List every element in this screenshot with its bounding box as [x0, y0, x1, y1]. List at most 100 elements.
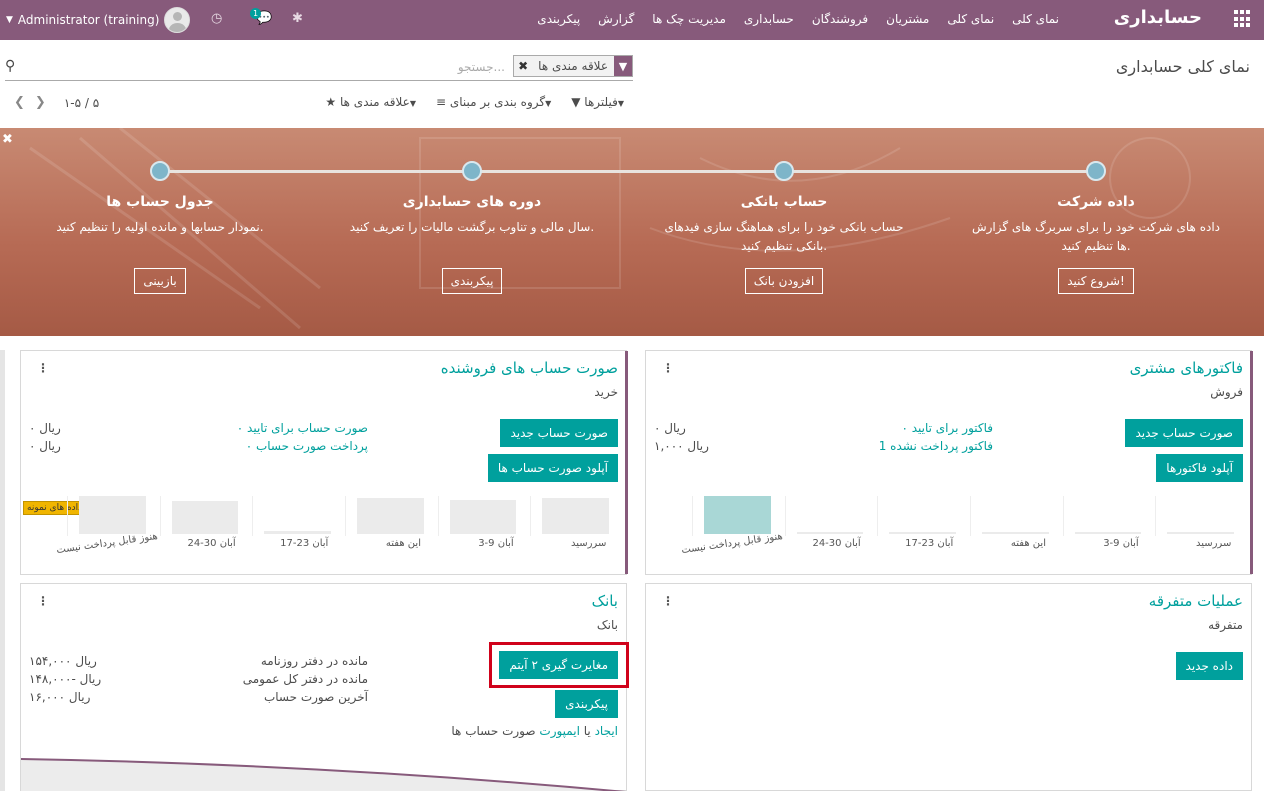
bug-icon[interactable]: ✱	[292, 11, 303, 26]
groupby-dropdown[interactable]: ≡ گروه بندی بر مبنای▼	[436, 95, 555, 109]
upload-bills-button[interactable]: آپلود صورت حساب ها	[487, 454, 618, 482]
step-title: حساب بانکی	[740, 194, 828, 210]
vendor-bills-chart[interactable]: سررسید 3-9 آبان این هفته 17-23 آبان 24-30 آب…	[55, 496, 623, 571]
stat-value: ۱۵۴,۰۰۰ ریال	[29, 654, 97, 668]
bills-to-pay-link[interactable]: ۰ پرداخت صورت حساب	[237, 437, 368, 455]
chevron-right-icon[interactable]: ❯	[35, 95, 46, 110]
card-title[interactable]: صورت حساب های فروشنده	[441, 359, 618, 377]
menu-item-checks[interactable]: مدیریت چک ها	[652, 12, 726, 26]
bank-labels: مانده در دفتر روزنامه مانده در دفتر کل ع…	[243, 652, 368, 706]
chart-bar[interactable]	[982, 532, 1049, 534]
chart-bar[interactable]	[79, 496, 146, 534]
misc-operations-card: عملیات متفرقه متفرقه ⋮ داده جدید	[645, 583, 1252, 791]
chart-bar[interactable]	[796, 532, 864, 534]
stat-value: ۱,۰۰۰ ریال	[654, 439, 709, 453]
import-link[interactable]: ایمپورت	[539, 724, 580, 738]
card-subtitle: متفرقه	[1208, 618, 1243, 632]
bank-balance-chart[interactable]	[21, 754, 626, 791]
chart-bar[interactable]	[1167, 532, 1235, 534]
chart-bar[interactable]	[171, 501, 239, 534]
step-bank-account: حساب بانکی حساب بانکی خود را برای هماهنگ…	[654, 194, 914, 294]
more-options-icon[interactable]: ⋮	[37, 594, 49, 608]
grid-line	[1062, 496, 1064, 536]
apps-menu-icon[interactable]	[1234, 10, 1252, 28]
stat-value: ۱۴۸,۰۰۰- ریال	[29, 672, 102, 686]
menu-item-reports[interactable]: گزارش	[598, 12, 634, 26]
create-link[interactable]: ایجاد	[595, 724, 618, 738]
chevron-down-icon: ▼	[409, 99, 416, 108]
upload-invoices-button[interactable]: آپلود فاکتورها	[1156, 454, 1243, 482]
card-title[interactable]: عملیات متفرقه	[1149, 592, 1243, 610]
x-tick-label: 17-23 آبان	[905, 538, 954, 549]
top-navbar: حسابداری نمای کلی نمای کلی مشتریان فروشن…	[0, 0, 1264, 40]
bank-config-button[interactable]: پیکربندی	[555, 690, 618, 718]
pager: ❮ ❯ ۱-۵ / ۵	[14, 95, 99, 110]
chart-bar[interactable]	[264, 531, 332, 534]
scrollbar[interactable]	[0, 350, 5, 791]
grid-line	[67, 496, 68, 536]
chevron-left-icon[interactable]: ❮	[14, 95, 25, 110]
close-icon[interactable]: ✖	[514, 56, 532, 76]
close-icon[interactable]: ✖	[2, 132, 13, 147]
statements-text: صورت حساب ها	[451, 724, 536, 738]
clock-icon[interactable]: ◷	[211, 11, 222, 26]
search-options: ▼ فیلترها▼ ≡ گروه بندی بر مبنای▼ ★ علاقه…	[325, 95, 628, 109]
step-title: داده شرکت	[1057, 194, 1135, 210]
x-tick-label: هنوز قابل پرداخت نیست	[680, 530, 783, 557]
menu-item-overview-2[interactable]: نمای کلی	[947, 12, 994, 26]
favorites-label: علاقه مندی ها	[340, 95, 410, 109]
stat-value: ۰ ریال	[654, 421, 686, 435]
filters-label: فیلترها	[584, 95, 618, 109]
search-icon[interactable]: ⚲	[5, 58, 15, 74]
filters-dropdown[interactable]: ▼ فیلترها▼	[571, 95, 628, 109]
menu-item-configuration[interactable]: پیکربندی	[537, 12, 580, 26]
card-subtitle: بانک	[596, 618, 618, 632]
menu-item-overview[interactable]: نمای کلی	[1012, 12, 1059, 26]
menu-item-accounting[interactable]: حسابداری	[744, 12, 794, 26]
user-menu[interactable]: ▼ Administrator (training)	[6, 7, 191, 33]
card-title[interactable]: فاکتورهای مشتری	[1130, 359, 1243, 377]
step-description: نمودار حسابها و مانده اولیه را تنظیم کنی…	[56, 220, 264, 234]
new-bill-button[interactable]: صورت حساب جدید	[500, 419, 618, 447]
add-bank-button[interactable]: افزودن بانک	[744, 268, 824, 294]
step-description: داده های شرکت خود را برای سربرگ های گزار…	[971, 220, 1220, 253]
more-options-icon[interactable]: ⋮	[37, 361, 49, 375]
chart-bar[interactable]	[357, 498, 424, 534]
invoices-to-validate-link[interactable]: ۰ فاکتور برای تایید	[879, 419, 993, 437]
new-invoice-button[interactable]: صورت حساب جدید	[1125, 419, 1243, 447]
card-title[interactable]: بانک	[592, 592, 618, 610]
card-stats-labels: ۰ صورت حساب برای تایید ۰ پرداخت صورت حسا…	[237, 419, 368, 455]
favorites-dropdown[interactable]: ★ علاقه مندی ها▼	[325, 95, 420, 109]
menu-item-customers[interactable]: مشتریان	[886, 12, 929, 26]
start-button[interactable]: شروع کنید!	[1058, 268, 1134, 294]
chart-bar[interactable]	[704, 496, 771, 534]
more-options-icon[interactable]: ⋮	[662, 594, 674, 608]
chart-bar[interactable]	[1074, 532, 1142, 534]
new-entry-button[interactable]: داده جدید	[1175, 652, 1243, 680]
bank-card: بانک بانک ⋮ مغایرت گیری ۲ آیتم پیکربندی …	[20, 583, 629, 791]
grid-line	[159, 496, 161, 536]
step-description: حساب بانکی خود را برای هماهنگ سازی فیدها…	[664, 220, 904, 253]
configure-button[interactable]: پیکربندی	[441, 268, 503, 294]
step-chart-of-accounts: جدول حساب ها نمودار حسابها و مانده اولیه…	[30, 194, 290, 294]
menu-item-vendors[interactable]: فروشندگان	[812, 12, 868, 26]
pager-value[interactable]: ۱-۵ / ۵	[64, 96, 99, 110]
chart-bar[interactable]	[449, 500, 517, 534]
more-options-icon[interactable]: ⋮	[662, 361, 674, 375]
card-stats-values: ۰ ریال ۰ ریال	[29, 419, 61, 455]
x-tick-label: 3-9 آبان	[1103, 538, 1139, 549]
stat-label: مانده در دفتر روزنامه	[260, 654, 368, 668]
progress-track	[160, 170, 1096, 173]
step-title: جدول حساب ها	[106, 194, 214, 210]
create-import-line: ایجاد یا ایمپورت صورت حساب ها	[451, 722, 618, 740]
search-bar[interactable]: ⚲ جستجو... ✖ علاقه مندی ها ▼	[5, 54, 633, 81]
onboarding-banner: ✖ داده شرکت داده های شرکت خود را برای سر…	[0, 128, 1264, 336]
chart-bar[interactable]	[889, 532, 957, 534]
review-button[interactable]: بازبینی	[134, 268, 186, 294]
chart-bar[interactable]	[542, 498, 610, 534]
customer-invoices-chart[interactable]: سررسید 3-9 آبان این هفته 17-23 آبان 24-30 آب…	[680, 496, 1248, 571]
x-tick-label: 17-23 آبان	[280, 538, 329, 549]
search-input[interactable]: جستجو...	[458, 60, 505, 74]
bills-to-validate-link[interactable]: ۰ صورت حساب برای تایید	[237, 419, 368, 437]
unpaid-invoices-link[interactable]: 1 فاکتور پرداخت نشده	[879, 437, 993, 455]
